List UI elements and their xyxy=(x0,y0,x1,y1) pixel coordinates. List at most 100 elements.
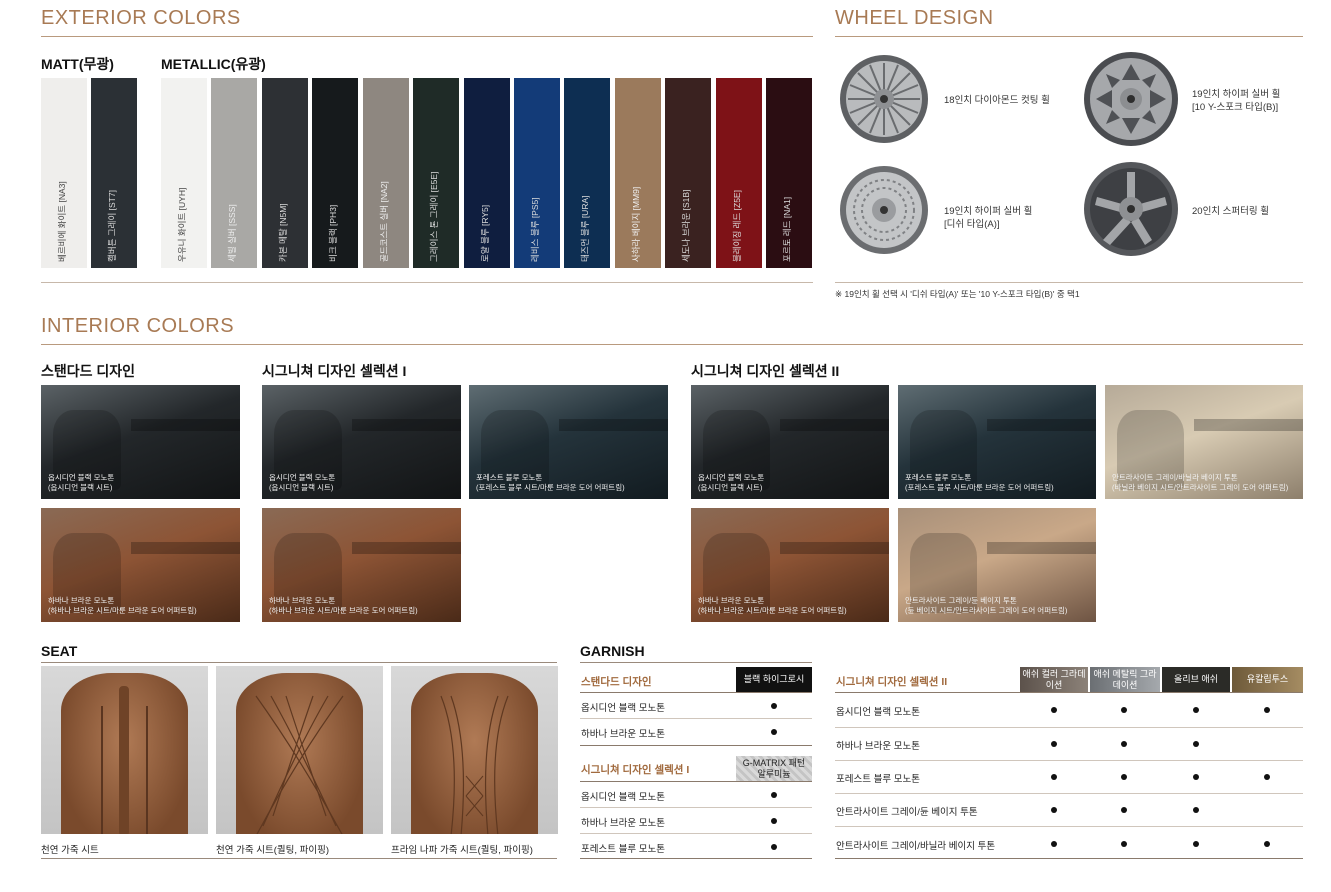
color-swatch-label: 캘버튼 그레이 [ST7] xyxy=(107,190,117,262)
availability-dot xyxy=(1264,841,1270,847)
color-swatch: 골드코스트 실버 [NA2] xyxy=(363,78,409,268)
interior-photo: 하바나 브라운 모노톤 (하바나 브라운 시트/마룬 브라운 도어 어퍼트림) xyxy=(262,508,461,622)
garnish-row-label: 안트라사이트 그레이/바닐라 베이지 투톤 xyxy=(836,841,996,852)
availability-dot xyxy=(1051,707,1057,713)
interior-photo: 포레스트 블루 모노톤 (포레스트 블루 시트/마룬 브라운 도어 어퍼트림) xyxy=(898,385,1096,499)
availability-dot xyxy=(1193,774,1199,780)
wheel-19-y-spoke-icon xyxy=(1084,52,1178,146)
availability-dot xyxy=(1051,807,1057,813)
garnish-row-label: 포레스트 블루 모노톤 xyxy=(836,774,920,785)
garnish-header-g-matrix: G-MATRIX 패턴 알루미늄 xyxy=(736,756,812,781)
seat-label: 프라임 나파 가죽 시트(퀼팅, 파이핑) xyxy=(391,845,533,856)
garnish-header-ash-metallic-gradation: 애쉬 메탈릭 그라데이션 xyxy=(1090,667,1160,692)
availability-dot xyxy=(771,792,777,798)
metallic-label: METALLIC(유광) xyxy=(161,56,266,72)
color-swatch: 사하라 베이지 [MM9] xyxy=(615,78,661,268)
color-swatch-label: 카본 메탈 [N5M] xyxy=(278,203,288,262)
interior-caption: 옵시디언 블랙 모노톤 (옵시디언 블랙 시트) xyxy=(48,473,115,492)
interior-photo: 안트라사이트 그레이/듄 베이지 투톤 (듄 베이지 시트/안트라사이트 그레이 … xyxy=(898,508,1096,622)
interior-caption: 옵시디언 블랙 모노톤 (옵시디언 블랙 시트) xyxy=(698,473,765,492)
availability-dot xyxy=(771,818,777,824)
color-swatch-label: 레비스 블루 [PS5] xyxy=(530,197,540,262)
availability-dot xyxy=(1051,841,1057,847)
color-swatch-label: 로얄 블루 [RY5] xyxy=(480,204,490,262)
availability-dot xyxy=(1264,707,1270,713)
availability-dot xyxy=(1193,741,1199,747)
wheel-label: 18인치 다이아몬드 컷팅 휠 xyxy=(944,95,1050,106)
garnish-header-eucalyptus: 유칼립투스 xyxy=(1232,667,1303,692)
color-swatch-label: 블레이징 레드 [Z5E] xyxy=(732,190,742,262)
interior-caption: 포레스트 블루 모노톤 (포레스트 블루 시트/마룬 브라운 도어 어퍼트림) xyxy=(905,473,1054,492)
seat-title: SEAT xyxy=(41,643,78,659)
garnish-header-black-high-gloss: 블랙 하이그로시 xyxy=(736,667,812,692)
wheel-18-diamond-cut-icon xyxy=(840,55,928,143)
interior-caption: 하바나 브라운 모노톤 (하바나 브라운 시트/마룬 브라운 도어 어퍼트림) xyxy=(269,596,418,615)
garnish-row-label: 하바나 브라운 모노톤 xyxy=(581,729,665,740)
color-swatch-label: 우유니 화이트 [UYH] xyxy=(177,187,187,262)
garnish-row-label: 옵시디언 블랙 모노톤 xyxy=(581,703,665,714)
standard-design-label: 스탠다드 디자인 xyxy=(41,363,136,379)
wheel-label: 20인치 스퍼터링 휠 xyxy=(1192,206,1270,217)
availability-dot xyxy=(1193,841,1199,847)
interior-caption: 포레스트 블루 모노톤 (포레스트 블루 시트/마룬 브라운 도어 어퍼트림) xyxy=(476,473,625,492)
availability-dot xyxy=(1121,841,1127,847)
color-swatch-label: 베르비에 화이트 [NA3] xyxy=(57,181,67,262)
garnish-sig2-label: 시그니쳐 디자인 셀렉션 II xyxy=(836,676,948,688)
color-swatch-label: 비크 블랙 [PH3] xyxy=(328,204,338,262)
interior-photo: 옵시디언 블랙 모노톤 (옵시디언 블랙 시트) xyxy=(262,385,461,499)
availability-dot xyxy=(1193,807,1199,813)
color-swatch: 블레이징 레드 [Z5E] xyxy=(716,78,762,268)
exterior-colors-title: EXTERIOR COLORS xyxy=(41,7,241,29)
interior-photo: 하바나 브라운 모노톤 (하바나 브라운 시트/마룬 브라운 도어 어퍼트림) xyxy=(41,508,240,622)
color-swatch: 비크 블랙 [PH3] xyxy=(312,78,358,268)
garnish-standard-label: 스탠다드 디자인 xyxy=(581,676,652,688)
availability-dot xyxy=(771,844,777,850)
color-swatch: 포르토 레드 [NA1] xyxy=(766,78,812,268)
availability-dot xyxy=(1121,741,1127,747)
wheel-20-sputtering-icon xyxy=(1084,162,1178,256)
color-swatch-label: 태즈먼 블루 [URA] xyxy=(580,195,590,263)
wheel-label: 19인치 하이퍼 실버 휠 [10 Y-스포크 타입(B)] xyxy=(1192,89,1281,113)
garnish-row-label: 안트라사이트 그레이/듄 베이지 투톤 xyxy=(836,807,978,818)
availability-dot xyxy=(1193,707,1199,713)
matt-label: MATT(무광) xyxy=(41,56,114,72)
color-swatch-label: 세도나 브라운 [S1B] xyxy=(681,189,691,262)
garnish-sig1-label: 시그니쳐 디자인 셀렉션 I xyxy=(581,764,690,776)
interior-caption: 하바나 브라운 모노톤 (하바나 브라운 시트/마룬 브라운 도어 어퍼트림) xyxy=(698,596,847,615)
color-swatch-label: 세빌 실버 [SSS] xyxy=(227,204,237,262)
interior-photo: 옵시디언 블랙 모노톤 (옵시디언 블랙 시트) xyxy=(41,385,240,499)
color-swatch: 우유니 화이트 [UYH] xyxy=(161,78,207,268)
color-swatch: 캘버튼 그레이 [ST7] xyxy=(91,78,137,268)
color-swatch: 레비스 블루 [PS5] xyxy=(514,78,560,268)
garnish-title: GARNISH xyxy=(580,643,645,659)
availability-dot xyxy=(1121,807,1127,813)
seat-label: 천연 가죽 시트(퀼팅, 파이핑) xyxy=(216,845,330,856)
color-swatch: 태즈먼 블루 [URA] xyxy=(564,78,610,268)
seat-photo xyxy=(41,666,208,834)
garnish-row-label: 하바나 브라운 모노톤 xyxy=(836,741,920,752)
interior-caption: 하바나 브라운 모노톤 (하바나 브라운 시트/마룬 브라운 도어 어퍼트림) xyxy=(48,596,197,615)
color-swatch-label: 그레이스 톤 그레이 [E5E] xyxy=(429,171,439,262)
garnish-row-label: 포레스트 블루 모노톤 xyxy=(581,844,665,855)
garnish-header-olive-ash: 올리브 애쉬 xyxy=(1162,667,1230,692)
wheel-label: 19인치 하이퍼 실버 휠 [디쉬 타입(A)] xyxy=(944,206,1033,230)
color-swatch: 로얄 블루 [RY5] xyxy=(464,78,510,268)
color-swatch: 베르비에 화이트 [NA3] xyxy=(41,78,87,268)
availability-dot xyxy=(1051,774,1057,780)
seat-label: 천연 가죽 시트 xyxy=(41,845,99,856)
seat-photo xyxy=(216,666,383,834)
garnish-row-label: 옵시디언 블랙 모노톤 xyxy=(836,707,920,718)
interior-caption: 안트라사이트 그레이/바닐라 베이지 투톤 (바닐라 베이지 시트/안트라사이트 … xyxy=(1112,473,1289,492)
garnish-row-label: 옵시디언 블랙 모노톤 xyxy=(581,792,665,803)
wheel-19-dish-icon xyxy=(840,166,928,254)
signature-selection-1-label: 시그니쳐 디자인 셀렉션 I xyxy=(262,363,407,379)
seat-photo xyxy=(391,666,558,834)
interior-caption: 옵시디언 블랙 모노톤 (옵시디언 블랙 시트) xyxy=(269,473,336,492)
availability-dot xyxy=(1121,707,1127,713)
garnish-header-ash-color-gradation: 애쉬 컬러 그라데이션 xyxy=(1020,667,1088,692)
color-swatch: 그레이스 톤 그레이 [E5E] xyxy=(413,78,459,268)
interior-photo: 옵시디언 블랙 모노톤 (옵시디언 블랙 시트) xyxy=(691,385,889,499)
interior-caption: 안트라사이트 그레이/듄 베이지 투톤 (듄 베이지 시트/안트라사이트 그레이 … xyxy=(905,596,1068,615)
garnish-row-label: 하바나 브라운 모노톤 xyxy=(581,818,665,829)
availability-dot xyxy=(1051,741,1057,747)
